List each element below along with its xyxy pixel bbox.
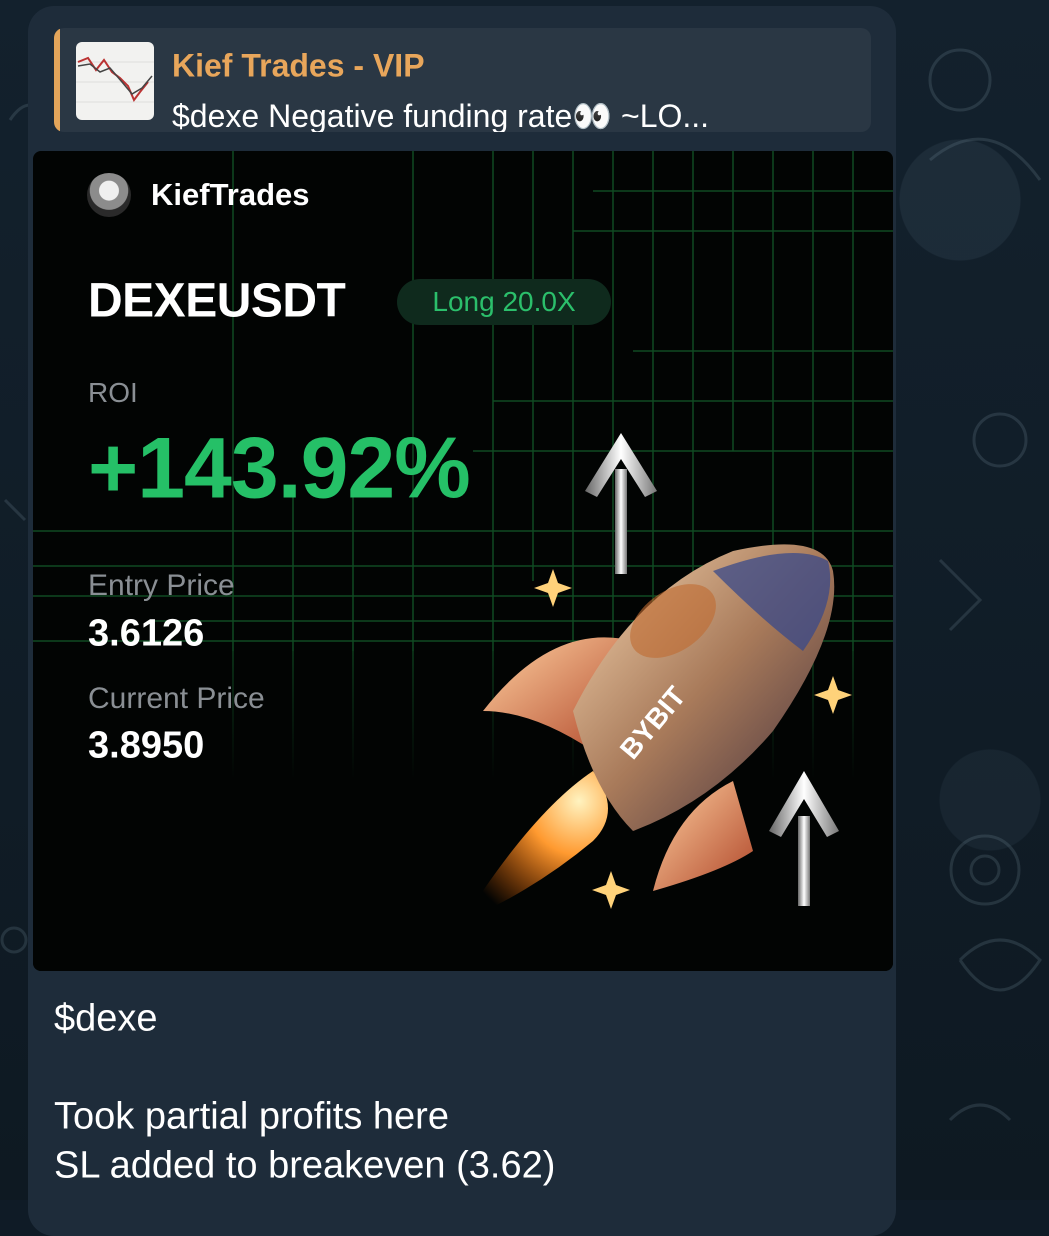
chart-thumbnail-icon — [76, 56, 154, 103]
reply-chart-thumbnail — [76, 42, 154, 120]
up-arrow-icon — [769, 771, 839, 906]
message-line-3: SL added to breakeven (3.62) — [54, 1144, 556, 1187]
reply-author: Kief Trades - VIP — [172, 47, 425, 84]
reply-snippet: $dexe Negative funding rate👀 ~LO... — [172, 98, 710, 132]
up-arrow-icon — [585, 433, 657, 574]
rocket-illustration: BYBIT — [463, 433, 852, 921]
reply-accent-bar — [54, 28, 60, 132]
message-line-1: $dexe — [54, 997, 158, 1040]
message-line-2: Took partial profits here — [54, 1095, 449, 1138]
trade-card-image[interactable]: KiefTrades DEXEUSDT Long 20.0X ROI +143.… — [33, 151, 893, 971]
reply-preview[interactable]: Kief Trades - VIP $dexe Negative funding… — [54, 28, 871, 132]
